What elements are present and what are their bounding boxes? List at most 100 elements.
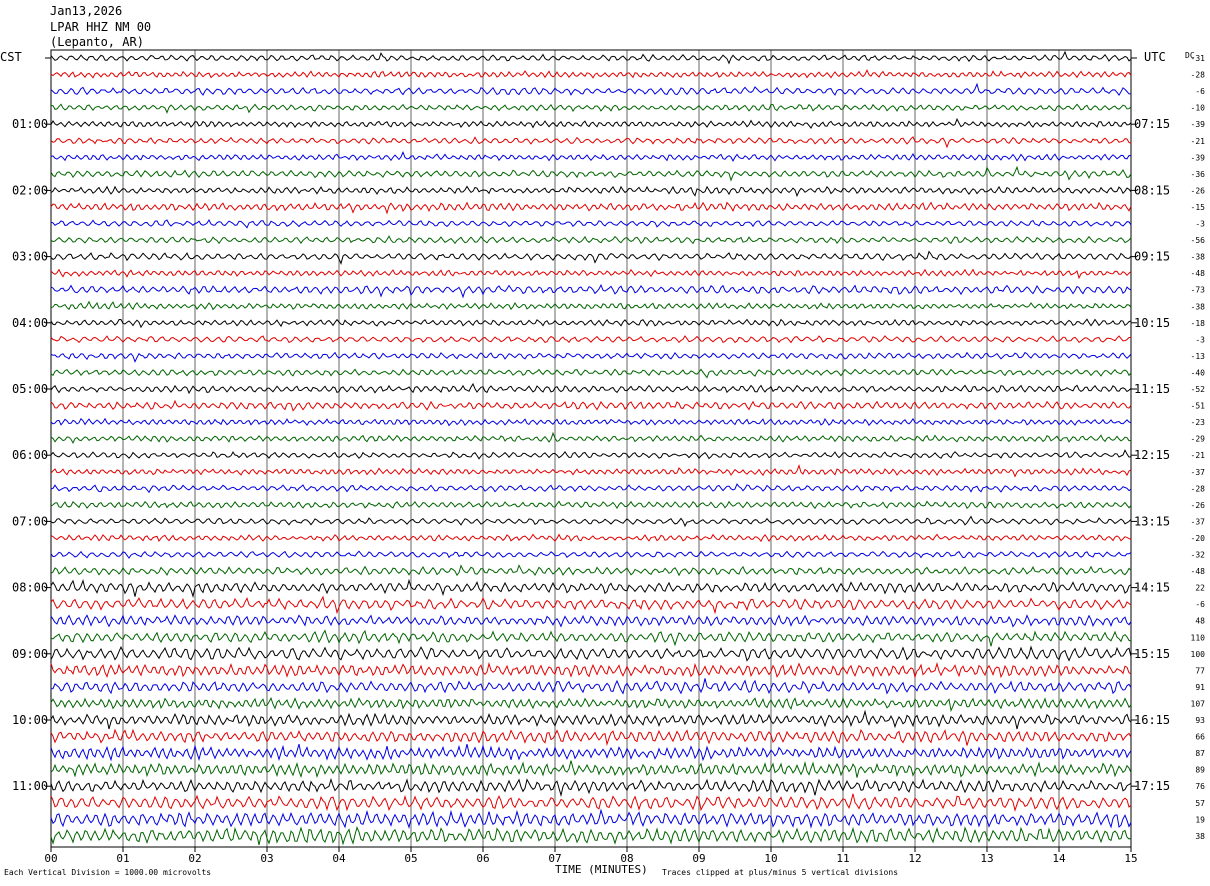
trace-line <box>50 351 1132 363</box>
right-time-label: 14:15 <box>1134 581 1170 595</box>
x-tick-label: 09 <box>692 852 705 865</box>
trace-line <box>50 399 1132 412</box>
dc-value-label: -48 <box>1191 269 1206 278</box>
trace-line <box>50 678 1132 695</box>
right-time-label: 12:15 <box>1134 448 1170 462</box>
trace-line <box>50 614 1132 628</box>
trace-line <box>50 578 1132 599</box>
dc-value-label: -3 <box>1195 220 1205 229</box>
trace-line <box>50 431 1132 444</box>
x-tick-label: 13 <box>980 852 993 865</box>
left-time-label: 10:00 <box>12 713 48 727</box>
trace-line <box>50 318 1132 329</box>
x-tick-label: 01 <box>116 852 129 865</box>
left-time-label: 04:00 <box>12 316 48 330</box>
dc-value-label: -20 <box>1191 534 1206 543</box>
right-time-label: 15:15 <box>1134 647 1170 661</box>
x-tick-label: 06 <box>476 852 489 865</box>
trace-line <box>50 417 1132 427</box>
dc-value-label: 48 <box>1195 617 1205 626</box>
trace-line <box>50 150 1132 162</box>
trace-line <box>50 696 1132 713</box>
left-time-label: 05:00 <box>12 382 48 396</box>
x-tick-label: 15 <box>1124 852 1137 865</box>
trace-line <box>50 483 1132 494</box>
trace-line <box>50 728 1132 747</box>
trace-line <box>50 268 1132 280</box>
x-tick-label: 03 <box>260 852 273 865</box>
x-tick-label: 05 <box>404 852 417 865</box>
dc-value-label: -26 <box>1191 501 1206 510</box>
trace-line <box>50 661 1132 679</box>
right-time-label: 13:15 <box>1134 514 1170 528</box>
x-tick-label: 02 <box>188 852 201 865</box>
dc-value-label: 38 <box>1195 832 1205 841</box>
dc-value-label: -6 <box>1195 600 1205 609</box>
trace-line <box>50 825 1132 846</box>
trace-line <box>50 165 1132 182</box>
right-time-label: 16:15 <box>1134 713 1170 727</box>
dc-value-label: -38 <box>1191 302 1206 311</box>
trace-line <box>50 235 1132 245</box>
trace-line <box>50 201 1132 215</box>
trace-line <box>50 595 1132 615</box>
dc-value-label: 107 <box>1191 699 1206 708</box>
dc-value-label: -39 <box>1191 120 1206 129</box>
trace-line <box>50 449 1132 460</box>
trace-line <box>50 82 1132 97</box>
dc-value-label: -38 <box>1191 253 1206 262</box>
trace-line <box>50 50 1132 65</box>
x-tick-label: 04 <box>332 852 346 865</box>
right-time-label: 09:15 <box>1134 250 1170 264</box>
dc-title: DC <box>1185 51 1195 60</box>
trace-line <box>50 777 1132 798</box>
right-time-label: 07:15 <box>1134 117 1170 131</box>
dc-value-label: -32 <box>1191 551 1206 560</box>
dc-value-label: 66 <box>1195 733 1205 742</box>
dc-value-label: -52 <box>1191 385 1206 394</box>
dc-value-label: 110 <box>1191 633 1206 642</box>
dc-value-label: -36 <box>1191 170 1206 179</box>
trace-line <box>50 368 1132 379</box>
dc-value-label: 93 <box>1195 716 1205 725</box>
left-axis-title: CST <box>0 50 22 64</box>
dc-value-label: 76 <box>1195 782 1205 791</box>
dc-value-label: 22 <box>1195 584 1205 593</box>
dc-value-label: -10 <box>1191 104 1206 113</box>
right-time-label: 08:15 <box>1134 183 1170 197</box>
dc-value-label: 89 <box>1195 766 1205 775</box>
left-time-label: 09:00 <box>12 647 48 661</box>
dc-value-label: 77 <box>1195 666 1205 675</box>
left-time-label: 06:00 <box>12 448 48 462</box>
dc-value-label: -26 <box>1191 186 1206 195</box>
trace-line <box>50 709 1132 730</box>
right-time-label: 10:15 <box>1134 316 1170 330</box>
trace-line <box>50 515 1132 528</box>
dc-value-label: -37 <box>1191 468 1206 477</box>
trace-line <box>50 464 1132 478</box>
trace-line <box>50 185 1132 198</box>
x-tick-label: 00 <box>44 852 57 865</box>
trace-line <box>50 645 1132 662</box>
left-time-label: 03:00 <box>12 250 48 264</box>
dc-value-label: 87 <box>1195 749 1205 758</box>
dc-value-label: 57 <box>1195 799 1205 808</box>
trace-line <box>50 382 1132 395</box>
trace-line <box>50 550 1132 559</box>
trace-line <box>50 219 1132 229</box>
footer-right-note: Traces clipped at plus/minus 5 vertical … <box>662 868 898 877</box>
trace-line <box>50 283 1132 299</box>
dc-value-label: -3 <box>1195 335 1205 344</box>
left-time-label: 02:00 <box>12 183 48 197</box>
dc-value-label: -15 <box>1191 203 1206 212</box>
dc-value-label: -18 <box>1191 319 1206 328</box>
trace-line <box>50 743 1132 762</box>
seismogram-plot: 00 01 02 03 04 05 06 07 08 09 10 11 12 13 14 15-31-28-6… <box>0 49 1206 877</box>
right-axis-title: UTC <box>1144 50 1166 64</box>
dc-value-label: -21 <box>1191 451 1206 460</box>
x-axis-label: TIME (MINUTES) <box>555 863 648 876</box>
trace-line <box>50 68 1132 79</box>
x-tick-label: 11 <box>836 852 849 865</box>
dc-value-label: -29 <box>1191 435 1206 444</box>
trace-line <box>50 808 1132 830</box>
